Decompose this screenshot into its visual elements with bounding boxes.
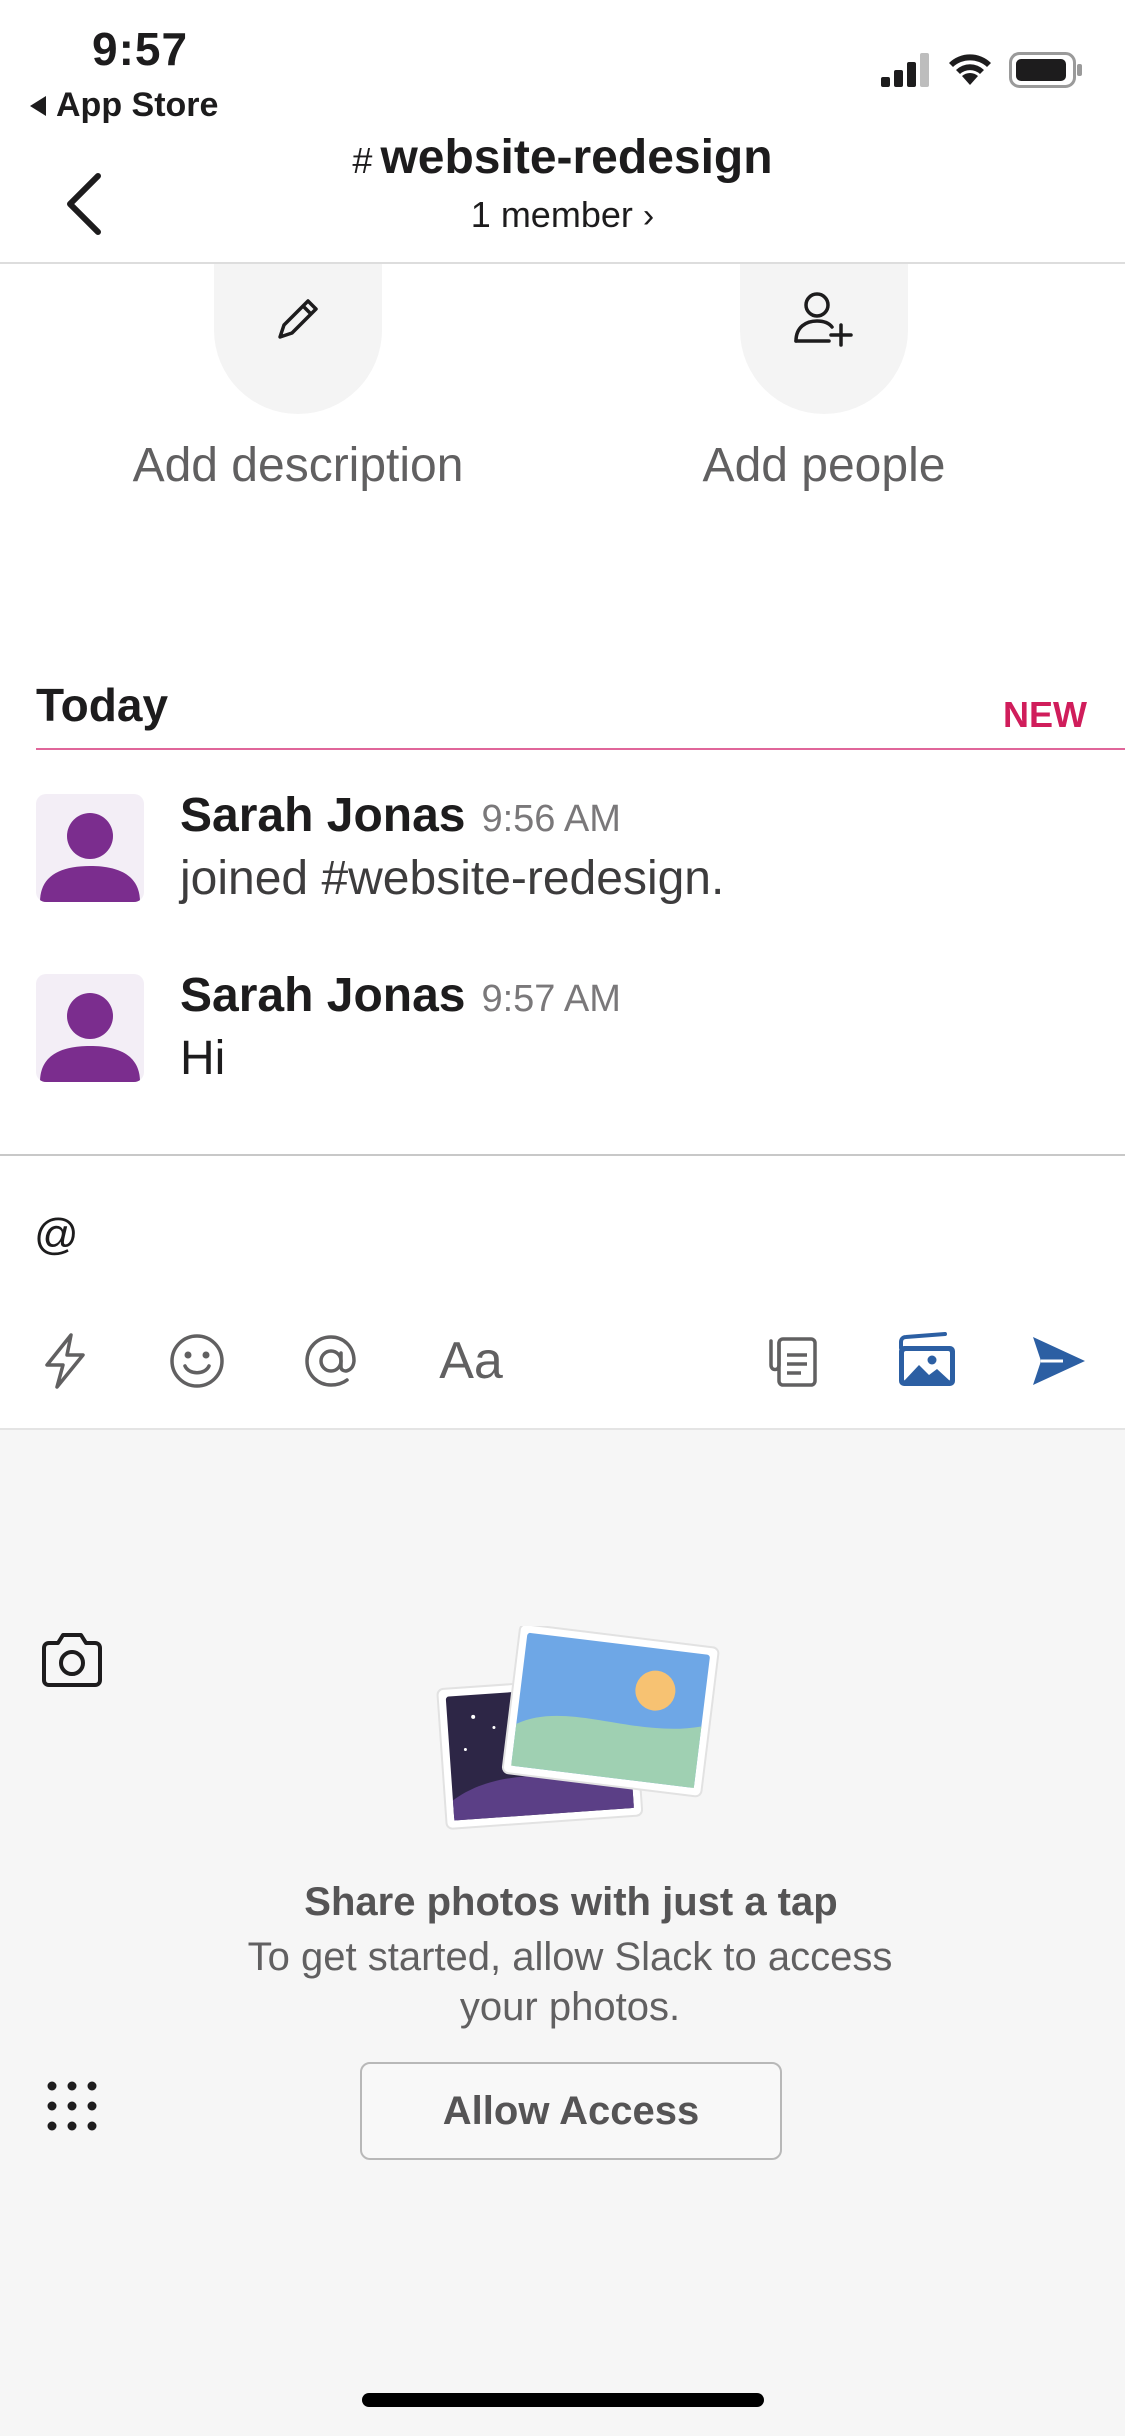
back-app-label: App Store <box>56 86 219 124</box>
format-text-icon: Aa <box>439 1332 503 1390</box>
allow-access-button[interactable]: Allow Access <box>360 2062 782 2160</box>
message-time: 9:56 AM <box>481 798 621 840</box>
mention-icon <box>305 1335 356 1387</box>
message-item[interactable]: Sarah Jonas 9:56 AM joined #website-rede… <box>36 789 1096 924</box>
add-person-icon <box>794 292 853 347</box>
share-photos-subtitle: To get started, allow Slack to access yo… <box>247 1935 893 2029</box>
message-author[interactable]: Sarah Jonas <box>180 788 465 843</box>
message-body: Sarah Jonas 9:56 AM joined #website-rede… <box>180 788 724 906</box>
photos-illustration <box>436 1626 720 1830</box>
channel-name: website-redesign <box>380 131 773 184</box>
photo-library-icon <box>899 1332 955 1386</box>
message-text: Hi <box>180 1032 226 1085</box>
add-description-action[interactable]: Add description <box>88 264 508 493</box>
emoji-icon <box>170 1334 224 1388</box>
status-bar: 9:57 App Store <box>0 0 1125 130</box>
back-to-app-store[interactable]: App Store <box>30 86 218 125</box>
shortcuts-icon <box>45 1333 85 1389</box>
back-triangle-icon <box>30 95 46 116</box>
channel-title[interactable]: # website-redesign <box>0 130 1125 185</box>
status-icons <box>881 52 1083 88</box>
share-photos-title: Share photos with just a tap <box>304 1880 838 1924</box>
chevron-right-icon: › <box>642 197 655 235</box>
add-description-circle[interactable] <box>214 264 382 414</box>
grid-icon[interactable] <box>46 2080 98 2132</box>
status-time: 9:57 <box>92 23 189 75</box>
add-people-label: Add people <box>702 439 946 492</box>
today-label: Today <box>36 679 169 731</box>
photo-panel: Share photos with just a tap To get star… <box>0 1428 1125 2436</box>
home-indicator[interactable] <box>362 2393 764 2407</box>
shortcuts-button[interactable] <box>30 1326 100 1396</box>
member-count: 1 member <box>470 194 633 235</box>
message-item[interactable]: Sarah Jonas 9:57 AM Hi <box>36 969 1096 1104</box>
date-divider: Today NEW <box>36 672 1125 750</box>
camera-icon[interactable] <box>40 1630 104 1690</box>
signal-icon <box>881 53 929 87</box>
pencil-icon <box>278 299 318 339</box>
add-people-circle[interactable] <box>740 264 908 414</box>
channel-hash: # <box>352 140 373 181</box>
emoji-button[interactable] <box>162 1326 232 1396</box>
new-messages-badge: NEW <box>1003 694 1087 735</box>
add-description-label: Add description <box>132 439 464 492</box>
message-text: joined #website-redesign. <box>180 852 725 905</box>
user-avatar-icon <box>40 993 140 1082</box>
member-count-link[interactable]: 1 member › <box>0 194 1125 236</box>
send-icon <box>1033 1337 1085 1385</box>
wifi-icon <box>949 54 991 85</box>
message-body: Sarah Jonas 9:57 AM Hi <box>180 968 621 1086</box>
message-author[interactable]: Sarah Jonas <box>180 968 465 1023</box>
mention-button[interactable] <box>296 1326 366 1396</box>
channel-header: # website-redesign 1 member › <box>0 130 1125 264</box>
avatar[interactable] <box>36 974 144 1082</box>
message-composer: @ Aa <box>0 1154 1125 1428</box>
message-time: 9:57 AM <box>481 978 621 1020</box>
format-text-button[interactable]: Aa <box>426 1326 516 1396</box>
send-button[interactable] <box>1024 1326 1094 1396</box>
message-input[interactable]: @ <box>34 1210 79 1260</box>
battery-icon <box>1009 52 1082 88</box>
attachment-icon <box>769 1337 817 1387</box>
avatar[interactable] <box>36 794 144 902</box>
photo-library-button[interactable] <box>892 1326 962 1396</box>
attachment-button[interactable] <box>758 1326 828 1396</box>
add-people-action[interactable]: Add people <box>614 264 1034 493</box>
user-avatar-icon <box>40 813 140 902</box>
